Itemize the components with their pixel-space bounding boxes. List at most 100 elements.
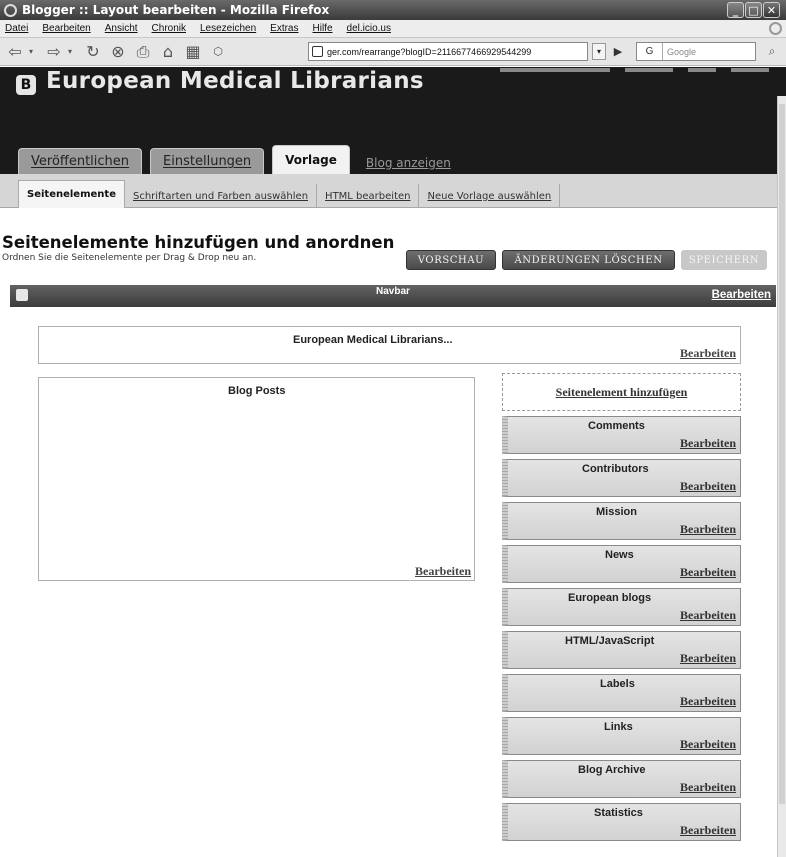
user-links [500,68,780,74]
blogger-header: B European Medical Librarians [0,67,786,97]
add-page-element-button[interactable]: Seitenelement hinzufügen [502,373,741,411]
drag-handle[interactable] [502,460,508,496]
url-text: ger.com/rearrange?blogID=211667746692954… [327,46,532,57]
page-subtitle: Ordnen Sie die Seitenelemente per Drag &… [2,253,257,263]
stop-icon[interactable]: ⊗ [107,42,129,62]
url-dropdown-icon[interactable]: ▾ [592,43,606,60]
print-icon[interactable]: ⎙ [132,42,154,62]
gadget-edit-link[interactable]: Bearbeiten [680,737,736,752]
tab-template[interactable]: Vorlage [272,145,350,174]
help-link[interactable] [688,68,717,72]
gadget-edit-link[interactable]: Bearbeiten [680,780,736,795]
drag-handle[interactable] [502,546,508,582]
gadget-edit-link[interactable]: Bearbeiten [680,436,736,451]
go-icon[interactable]: ▶ [610,43,626,60]
menu-bar: Datei Bearbeiten Ansicht Chronik Lesezei… [0,20,786,38]
menu-item-extras[interactable]: Extras [270,23,298,34]
navbar-label: Navbar [376,286,410,297]
gadget-statistics[interactable]: Statistics Bearbeiten [502,803,741,841]
tag-icon[interactable]: ⬡ [207,42,229,62]
subtab-edit-html[interactable]: HTML bearbeiten [317,184,420,208]
logout-link[interactable] [731,68,770,72]
menu-item-chronik[interactable]: Chronik [152,23,186,34]
subtab-new-template[interactable]: Neue Vorlage auswählen [419,184,561,208]
drag-handle[interactable] [502,503,508,539]
gadget-name: Labels [600,678,635,690]
gadget-edit-link[interactable]: Bearbeiten [680,651,736,666]
gadget-name: Contributors [582,463,649,475]
preview-button[interactable]: VORSCHAU [406,250,496,270]
gadget-edit-link[interactable]: Bearbeiten [680,694,736,709]
menu-item-hilfe[interactable]: Hilfe [313,23,333,34]
gadget-edit-link[interactable]: Bearbeiten [680,522,736,537]
back-icon[interactable]: ⇦ [4,42,26,62]
dashboard-link[interactable] [625,68,674,72]
menu-item-datei[interactable]: Datei [5,23,28,34]
forward-icon[interactable]: ⇨ [43,42,65,62]
subtab-fonts-colors[interactable]: Schriftarten und Farben auswählen [125,184,318,208]
maximize-icon[interactable]: □ [745,2,762,18]
gadget-comments[interactable]: Comments Bearbeiten [502,416,741,454]
discard-changes-button[interactable]: ÄNDERUNGEN LÖSCHEN [502,250,675,270]
menu-item-ansicht[interactable]: Ansicht [105,23,138,34]
drag-handle[interactable] [502,761,508,797]
gadget-european-blogs[interactable]: European blogs Bearbeiten [502,588,741,626]
gadget-links[interactable]: Links Bearbeiten [502,717,741,755]
menu-item-delicious[interactable]: del.icio.us [347,23,391,34]
home-icon[interactable]: ⌂ [157,42,179,62]
drag-handle[interactable] [502,804,508,840]
subtab-page-elements[interactable]: Seitenelemente [18,180,125,208]
menu-item-lesezeichen[interactable]: Lesezeichen [200,23,256,34]
close-icon[interactable]: ✕ [763,2,780,18]
drag-handle[interactable] [502,675,508,711]
drag-handle[interactable] [502,589,508,625]
gadget-mission[interactable]: Mission Bearbeiten [502,502,741,540]
gadget-html-javascript[interactable]: HTML/JavaScript Bearbeiten [502,631,741,669]
gadget-labels[interactable]: Labels Bearbeiten [502,674,741,712]
search-engine-icon[interactable]: G [637,43,663,60]
gadget-name: Comments [588,420,645,432]
reload-icon[interactable]: ↻ [82,42,104,62]
user-email [500,68,610,72]
gadget-news[interactable]: News Bearbeiten [502,545,741,583]
header-element-name: European Medical Librarians... [293,334,453,346]
drag-handle[interactable] [502,417,508,453]
minimize-icon[interactable]: _ [727,2,744,18]
navbar-element[interactable]: Navbar Bearbeiten [10,285,776,307]
search-bar[interactable]: G Google [636,42,756,61]
blogger-logo[interactable]: B [16,75,36,95]
gadget-name: Mission [596,506,637,518]
tab-settings[interactable]: Einstellungen [150,148,265,174]
gadget-edit-link[interactable]: Bearbeiten [680,479,736,494]
drag-handle[interactable] [502,718,508,754]
forward-dropdown-icon[interactable]: ▾ [68,47,76,56]
navbar-toggle-icon[interactable] [16,289,28,301]
gadget-edit-link[interactable]: Bearbeiten [680,565,736,580]
header-edit-link[interactable]: Bearbeiten [680,346,736,361]
menu-item-bearbeiten[interactable]: Bearbeiten [42,23,90,34]
blog-posts-edit-link[interactable]: Bearbeiten [415,564,471,579]
page-title: Seitenelemente hinzufügen und anordnen [2,233,395,252]
gadget-blog-archive[interactable]: Blog Archive Bearbeiten [502,760,741,798]
header-element[interactable]: European Medical Librarians... Bearbeite… [38,326,741,364]
window-controls: _ □ ✕ [727,2,780,18]
gadget-contributors[interactable]: Contributors Bearbeiten [502,459,741,497]
back-dropdown-icon[interactable]: ▾ [29,47,37,56]
blog-posts-element[interactable]: Blog Posts Bearbeiten [38,377,475,581]
gadget-name: Blog Archive [578,764,646,776]
url-bar[interactable]: ger.com/rearrange?blogID=211667746692954… [308,42,588,61]
search-placeholder: Google [667,46,697,57]
search-icon[interactable]: ⌕ [762,43,782,60]
gadget-edit-link[interactable]: Bearbeiten [680,608,736,623]
tab-publish[interactable]: Veröffentlichen [18,148,143,174]
vertical-scrollbar[interactable] [777,96,786,857]
drag-handle[interactable] [502,632,508,668]
gadget-name: HTML/JavaScript [565,635,655,647]
window-title: Blogger :: Layout bearbeiten - Mozilla F… [22,3,330,17]
view-blog-link[interactable]: Blog anzeigen [358,152,459,174]
gadget-edit-link[interactable]: Bearbeiten [680,823,736,838]
bookmark-icon[interactable]: ▦ [182,42,204,62]
navbar-edit-link[interactable]: Bearbeiten [712,289,771,301]
scrollbar-thumb[interactable] [779,104,785,804]
save-button[interactable]: SPEICHERN [681,250,767,270]
